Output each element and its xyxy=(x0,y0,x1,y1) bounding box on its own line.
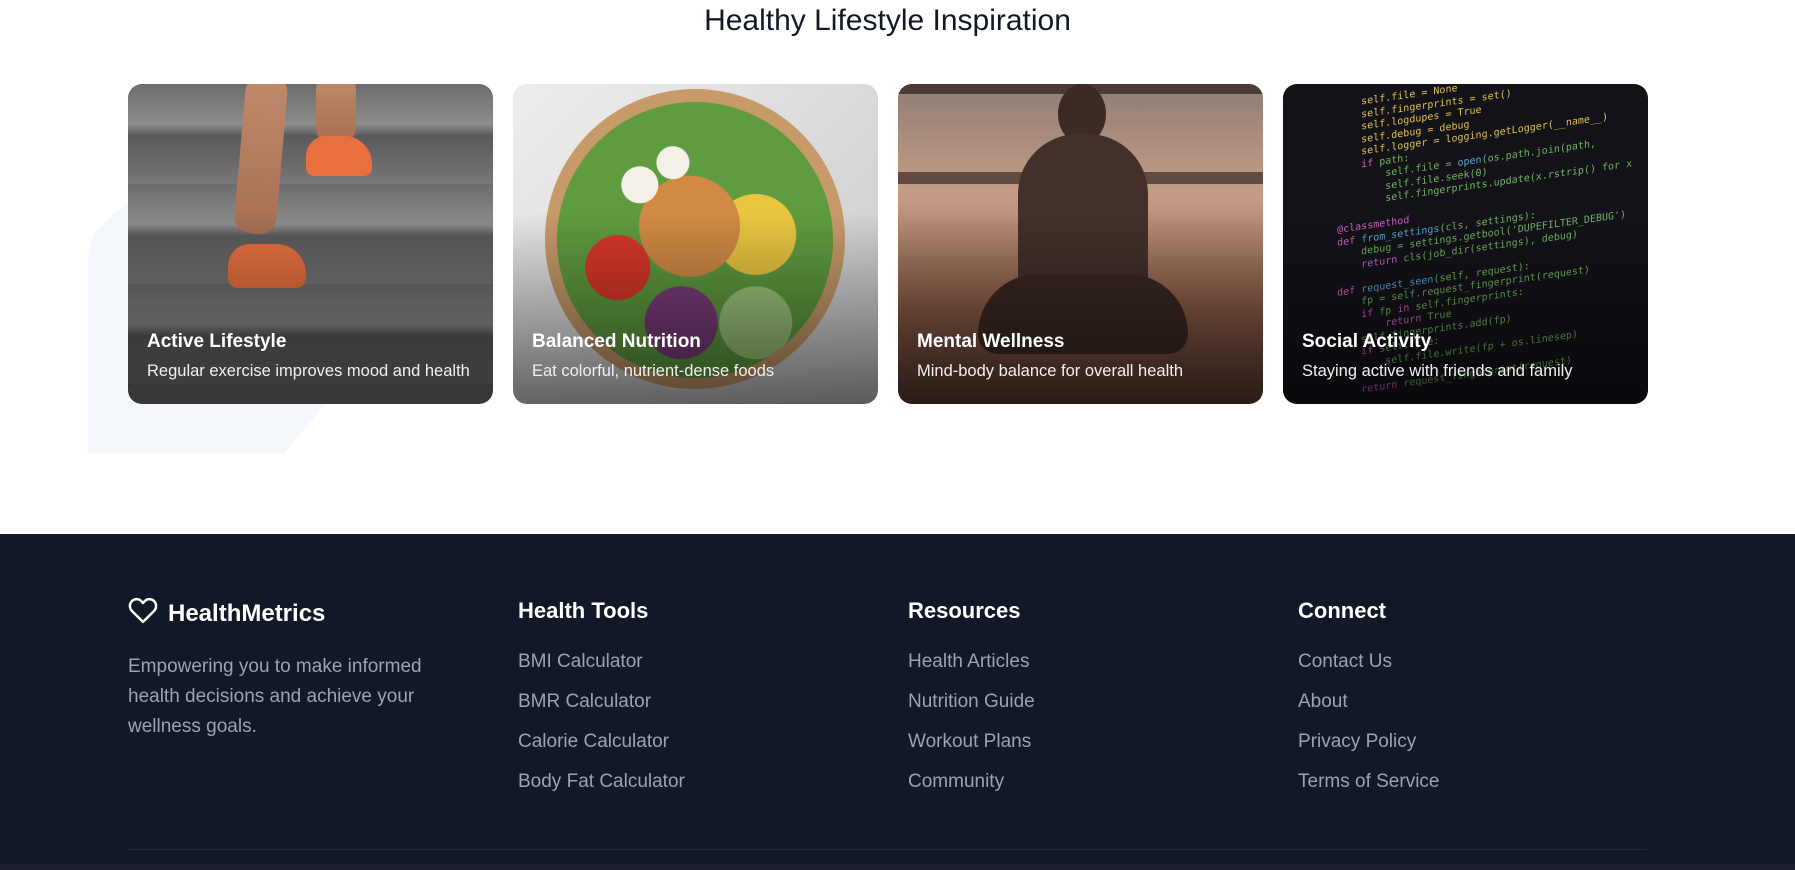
card-active-lifestyle[interactable]: Active Lifestyle Regular exercise improv… xyxy=(128,84,493,404)
footer-link-workout-plans[interactable]: Workout Plans xyxy=(908,730,1168,770)
card-title: Balanced Nutrition xyxy=(532,331,701,352)
site-footer: HealthMetrics Empowering you to make inf… xyxy=(0,534,1795,870)
footer-link-privacy-policy[interactable]: Privacy Policy xyxy=(1298,730,1558,770)
inspiration-section: Healthy Lifestyle Inspiration Active Lif… xyxy=(0,0,1795,534)
footer-link-health-articles[interactable]: Health Articles xyxy=(908,650,1168,690)
footer-link-nutrition-guide[interactable]: Nutrition Guide xyxy=(908,690,1168,730)
card-description: Mind-body balance for overall health xyxy=(917,362,1183,380)
footer-link-community[interactable]: Community xyxy=(908,770,1168,810)
column-heading: Health Tools xyxy=(518,598,649,623)
footer-link-calorie-calculator[interactable]: Calorie Calculator xyxy=(518,730,778,770)
column-heading: Resources xyxy=(908,598,1021,623)
footer-link-bmr-calculator[interactable]: BMR Calculator xyxy=(518,690,778,730)
footer-brand[interactable]: HealthMetrics xyxy=(128,596,325,631)
footer-link-body-fat-calculator[interactable]: Body Fat Calculator xyxy=(518,770,778,810)
footer-link-bmi-calculator[interactable]: BMI Calculator xyxy=(518,650,778,690)
footer-column-resources: Resources Health Articles Nutrition Guid… xyxy=(908,598,1035,792)
section-title: Healthy Lifestyle Inspiration xyxy=(704,4,1071,37)
footer-column-connect: Connect Contact Us About Privacy Policy … xyxy=(1298,598,1439,792)
card-social-activity[interactable]: self.file = None self.fingerprints = set… xyxy=(1283,84,1648,404)
footer-link-terms-of-service[interactable]: Terms of Service xyxy=(1298,770,1558,810)
card-title: Active Lifestyle xyxy=(147,331,287,352)
footer-link-about[interactable]: About xyxy=(1298,690,1558,730)
inspiration-cards: Active Lifestyle Regular exercise improv… xyxy=(128,84,1648,404)
footer-column-health-tools: Health Tools BMI Calculator BMR Calculat… xyxy=(518,598,685,792)
footer-bottom-strip xyxy=(0,864,1795,870)
card-title: Mental Wellness xyxy=(917,331,1065,352)
footer-tagline: Empowering you to make informed health d… xyxy=(128,656,422,737)
footer-divider xyxy=(128,849,1647,850)
brand-name: HealthMetrics xyxy=(168,599,326,627)
card-mental-wellness[interactable]: Mental Wellness Mind-body balance for ov… xyxy=(898,84,1263,404)
column-heading: Connect xyxy=(1298,598,1386,623)
card-description: Regular exercise improves mood and healt… xyxy=(147,362,470,380)
card-description: Eat colorful, nutrient-dense foods xyxy=(532,362,775,380)
heart-icon xyxy=(128,596,168,631)
footer-link-contact-us[interactable]: Contact Us xyxy=(1298,650,1558,690)
card-balanced-nutrition[interactable]: Balanced Nutrition Eat colorful, nutrien… xyxy=(513,84,878,404)
card-title: Social Activity xyxy=(1302,331,1432,352)
card-description: Staying active with friends and family xyxy=(1302,362,1573,380)
